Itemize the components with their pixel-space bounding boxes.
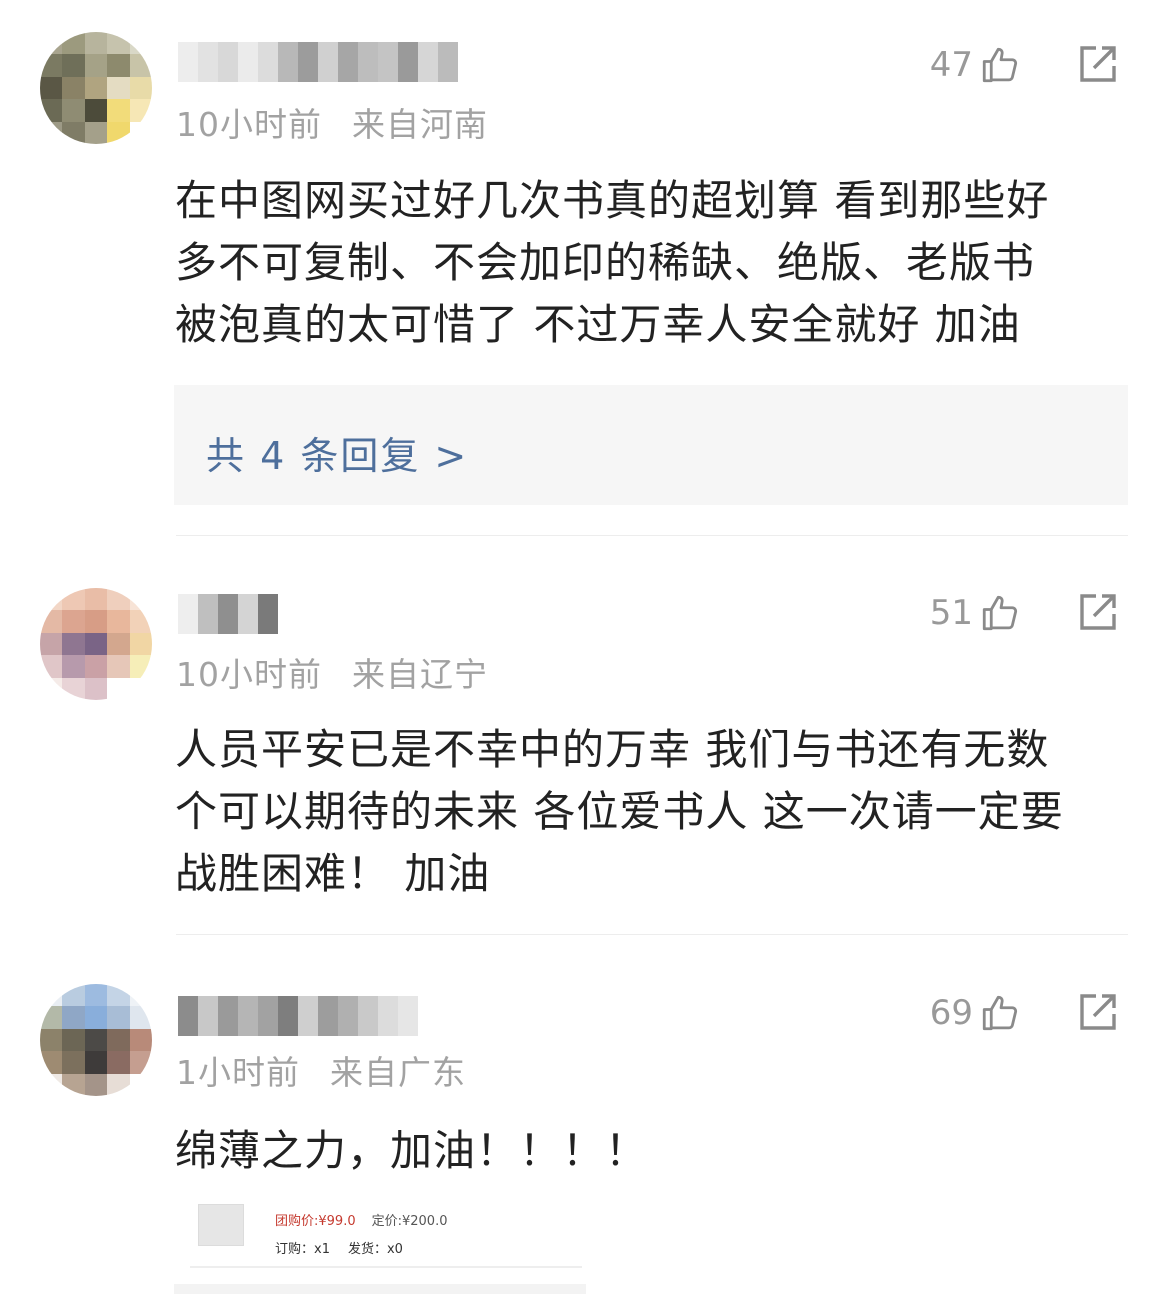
divider: [190, 1266, 582, 1268]
comment-line: 个可以期待的未来 各位爱书人 这一次请一定要: [175, 787, 1064, 836]
divider: [176, 934, 1128, 935]
product-order-line: 订购：x1 发货：x0: [275, 1238, 403, 1257]
like-button[interactable]: 69: [916, 988, 1021, 1038]
bottom-strip: [174, 1284, 586, 1294]
share-icon[interactable]: [1074, 588, 1122, 636]
group-price: 团购价:¥99.0: [275, 1214, 356, 1229]
product-card[interactable]: 团购价:¥99.0 定价:¥200.0 订购：x1 发货：x0: [178, 1192, 582, 1264]
thumbs-up-icon: [982, 595, 1018, 631]
ordered-count: 订购：x1: [275, 1242, 330, 1257]
comment-time: 10小时前: [176, 655, 322, 694]
like-button[interactable]: 47: [916, 40, 1021, 90]
share-icon[interactable]: [1074, 988, 1122, 1036]
comment-line: 人员平安已是不幸中的万幸 我们与书还有无数: [175, 725, 1050, 774]
comment-meta: 10小时前 来自河南: [176, 98, 488, 146]
like-count: 47: [929, 45, 973, 85]
replies-label: 共 4 条回复 >: [206, 434, 469, 478]
like-count: 51: [929, 593, 973, 633]
comment-time: 10小时前: [176, 105, 322, 144]
view-replies-button[interactable]: 共 4 条回复 >: [174, 385, 1128, 505]
avatar[interactable]: [40, 984, 152, 1096]
username-blurred[interactable]: [178, 42, 458, 82]
like-button[interactable]: 51: [916, 588, 1021, 638]
comment-line: 绵薄之力，加油！！！！: [175, 1126, 649, 1175]
comment-line: 在中图网买过好几次书真的超划算 看到那些好: [175, 176, 1050, 225]
comment-location: 来自辽宁: [352, 655, 488, 694]
product-thumbnail: [198, 1204, 244, 1246]
comment-meta: 1小时前 来自广东: [176, 1046, 466, 1094]
list-price: 定价:¥200.0: [371, 1214, 448, 1229]
avatar[interactable]: [40, 588, 152, 700]
username-blurred[interactable]: [178, 594, 278, 634]
comment-text: 人员平安已是不幸中的万幸 我们与书还有无数 个可以期待的未来 各位爱书人 这一次…: [175, 719, 1135, 905]
comment-text: 在中图网买过好几次书真的超划算 看到那些好 多不可复制、不会加印的稀缺、绝版、老…: [175, 170, 1135, 356]
comment-location: 来自河南: [352, 105, 488, 144]
thumbs-up-icon: [982, 47, 1018, 83]
share-icon[interactable]: [1074, 40, 1122, 88]
avatar[interactable]: [40, 32, 152, 144]
comment-line: 被泡真的太可惜了 不过万幸人安全就好 加油: [175, 300, 1021, 349]
comment-line: 战胜困难！ 加油: [175, 849, 491, 898]
shipped-count: 发货：x0: [347, 1242, 403, 1257]
comment-meta: 10小时前 来自辽宁: [176, 648, 488, 696]
comment-location: 来自广东: [330, 1053, 466, 1092]
username-blurred[interactable]: [178, 996, 418, 1036]
divider: [176, 535, 1128, 536]
thumbs-up-icon: [982, 995, 1018, 1031]
like-count: 69: [929, 993, 973, 1033]
comment-time: 1小时前: [176, 1053, 300, 1092]
comment-line: 多不可复制、不会加印的稀缺、绝版、老版书: [175, 238, 1036, 287]
comment-text: 绵薄之力，加油！！！！: [175, 1120, 1135, 1182]
product-price-line: 团购价:¥99.0 定价:¥200.0: [275, 1210, 447, 1229]
